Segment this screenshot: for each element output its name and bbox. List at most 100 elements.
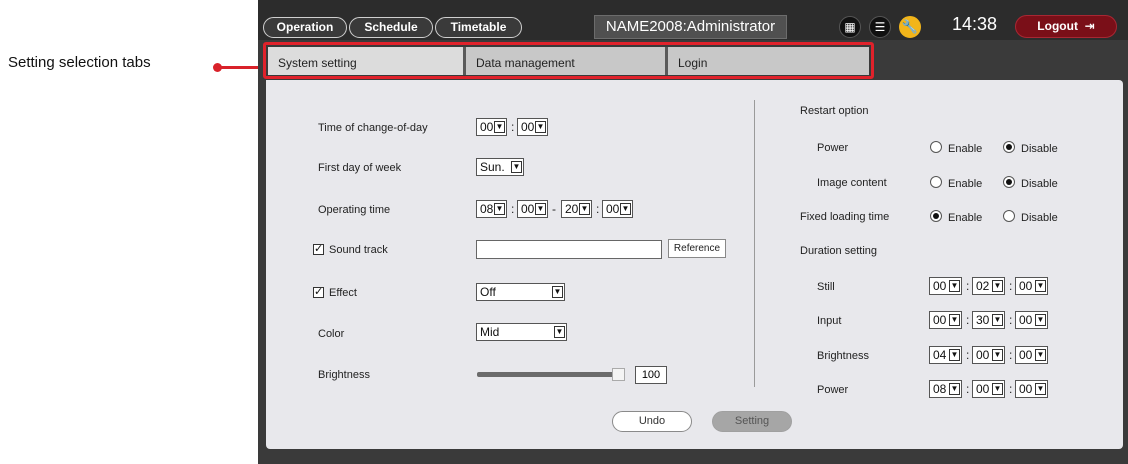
image-content-label: Image content: [817, 177, 887, 189]
still-minute-select[interactable]: 02 ▼: [972, 277, 1005, 295]
power-second-select[interactable]: 00 ▼: [1015, 380, 1048, 398]
select-value: 04: [933, 348, 947, 362]
brightness-minute-select[interactable]: 00 ▼: [972, 346, 1005, 364]
duration-brightness-label: Brightness: [817, 350, 869, 362]
duration-input-label: Input: [817, 315, 842, 327]
operating-start-hour-select[interactable]: 08 ▼: [476, 200, 507, 218]
chevron-down-icon: ▼: [1035, 383, 1046, 395]
select-value: 02: [976, 279, 990, 293]
power-enable-label: Enable: [948, 143, 983, 155]
image-content-enable-label: Enable: [948, 178, 983, 190]
colon-separator: :: [1009, 348, 1013, 362]
select-value: 30: [976, 313, 990, 327]
colon-separator: :: [966, 382, 970, 396]
input-hour-select[interactable]: 00 ▼: [929, 311, 962, 329]
duration-setting-label: Duration setting: [800, 245, 878, 257]
screen: Setting selection tabs Operation Schedul…: [0, 0, 1128, 464]
settings-panel: Time of change-of-day 00 ▼ : 00 ▼ First da…: [266, 80, 1123, 449]
fixed-loading-disable-label: Disable: [1021, 212, 1058, 224]
power-enable-radio[interactable]: [930, 141, 942, 153]
select-value: 00: [606, 202, 620, 216]
chevron-down-icon: ▼: [949, 383, 960, 395]
logout-icon: ⇥: [1081, 19, 1095, 33]
dash-separator: -: [552, 202, 556, 216]
operating-end-minute-select[interactable]: 00 ▼: [602, 200, 633, 218]
annotation-label: Setting selection tabs: [8, 54, 151, 71]
list-icon[interactable]: ☰: [869, 16, 891, 38]
effect-checkbox[interactable]: ✓: [313, 287, 324, 298]
change-of-day-minute-select[interactable]: 00 ▼: [517, 118, 548, 136]
sound-track-input[interactable]: [476, 240, 662, 259]
effect-select[interactable]: Off ▼: [476, 283, 565, 301]
input-second-select[interactable]: 00 ▼: [1015, 311, 1048, 329]
change-of-day-label: Time of change-of-day: [318, 122, 428, 134]
chevron-down-icon: ▼: [552, 286, 563, 298]
power-minute-select[interactable]: 00 ▼: [972, 380, 1005, 398]
still-second-select[interactable]: 00 ▼: [1015, 277, 1048, 295]
select-value: 00: [976, 348, 990, 362]
brightness-second-select[interactable]: 00 ▼: [1015, 346, 1048, 364]
image-content-enable-radio[interactable]: [930, 176, 942, 188]
operating-start-minute-select[interactable]: 00 ▼: [517, 200, 548, 218]
logout-button[interactable]: Logout ⇥: [1015, 15, 1117, 38]
color-select[interactable]: Mid ▼: [476, 323, 567, 341]
select-value: 00: [521, 202, 535, 216]
session-label: NAME2008:Administrator: [594, 15, 787, 39]
sound-track-checkbox[interactable]: ✓: [313, 244, 324, 255]
chevron-down-icon: ▼: [579, 203, 590, 215]
chevron-down-icon: ▼: [992, 349, 1003, 361]
logout-label: Logout: [1037, 19, 1078, 33]
colon-separator: :: [511, 202, 515, 216]
operating-end-hour-select[interactable]: 20 ▼: [561, 200, 592, 218]
chevron-down-icon: ▼: [1035, 349, 1046, 361]
calendar-icon[interactable]: ▦: [839, 16, 861, 38]
brightness-slider-handle[interactable]: [612, 368, 625, 381]
brightness-label: Brightness: [318, 369, 370, 381]
chevron-down-icon: ▼: [949, 280, 960, 292]
select-value: Off: [480, 285, 496, 299]
chevron-down-icon: ▼: [949, 349, 960, 361]
colon-separator: :: [1009, 382, 1013, 396]
nav-schedule-button[interactable]: Schedule: [349, 17, 433, 38]
annotation-pointer-line: [216, 66, 264, 69]
brightness-hour-select[interactable]: 04 ▼: [929, 346, 962, 364]
check-icon: ✓: [314, 286, 324, 298]
power-hour-select[interactable]: 08 ▼: [929, 380, 962, 398]
brightness-value[interactable]: 100: [635, 366, 667, 384]
chevron-down-icon: ▼: [1035, 280, 1046, 292]
image-content-disable-radio[interactable]: [1003, 176, 1015, 188]
change-of-day-hour-select[interactable]: 00 ▼: [476, 118, 507, 136]
power-disable-label: Disable: [1021, 143, 1058, 155]
chevron-down-icon: ▼: [554, 326, 565, 338]
input-minute-select[interactable]: 30 ▼: [972, 311, 1005, 329]
nav-operation-button[interactable]: Operation: [263, 17, 347, 38]
chevron-down-icon: ▼: [494, 121, 505, 133]
chevron-down-icon: ▼: [620, 203, 631, 215]
chevron-down-icon: ▼: [992, 280, 1003, 292]
wrench-icon[interactable]: 🔧: [899, 16, 921, 38]
still-hour-select[interactable]: 00 ▼: [929, 277, 962, 295]
select-value: 00: [933, 313, 947, 327]
chevron-down-icon: ▼: [535, 121, 546, 133]
reference-button[interactable]: Reference: [668, 239, 726, 258]
colon-separator: :: [966, 313, 970, 327]
duration-still-label: Still: [817, 281, 835, 293]
power-disable-radio[interactable]: [1003, 141, 1015, 153]
fixed-loading-enable-radio[interactable]: [930, 210, 942, 222]
select-value: Sun.: [480, 160, 505, 174]
fixed-loading-disable-radio[interactable]: [1003, 210, 1015, 222]
brightness-slider-track[interactable]: [477, 372, 622, 377]
setting-button[interactable]: Setting: [712, 411, 792, 432]
undo-button[interactable]: Undo: [612, 411, 692, 432]
first-day-select[interactable]: Sun. ▼: [476, 158, 524, 176]
nav-timetable-button[interactable]: Timetable: [435, 17, 522, 38]
select-value: Mid: [480, 325, 500, 339]
chevron-down-icon: ▼: [992, 383, 1003, 395]
select-value: 00: [933, 279, 947, 293]
select-value: 08: [480, 202, 494, 216]
restart-option-label: Restart option: [800, 105, 869, 117]
colon-separator: :: [596, 202, 600, 216]
power-option-label: Power: [817, 142, 849, 154]
colon-separator: :: [966, 348, 970, 362]
select-value: 00: [480, 120, 494, 134]
